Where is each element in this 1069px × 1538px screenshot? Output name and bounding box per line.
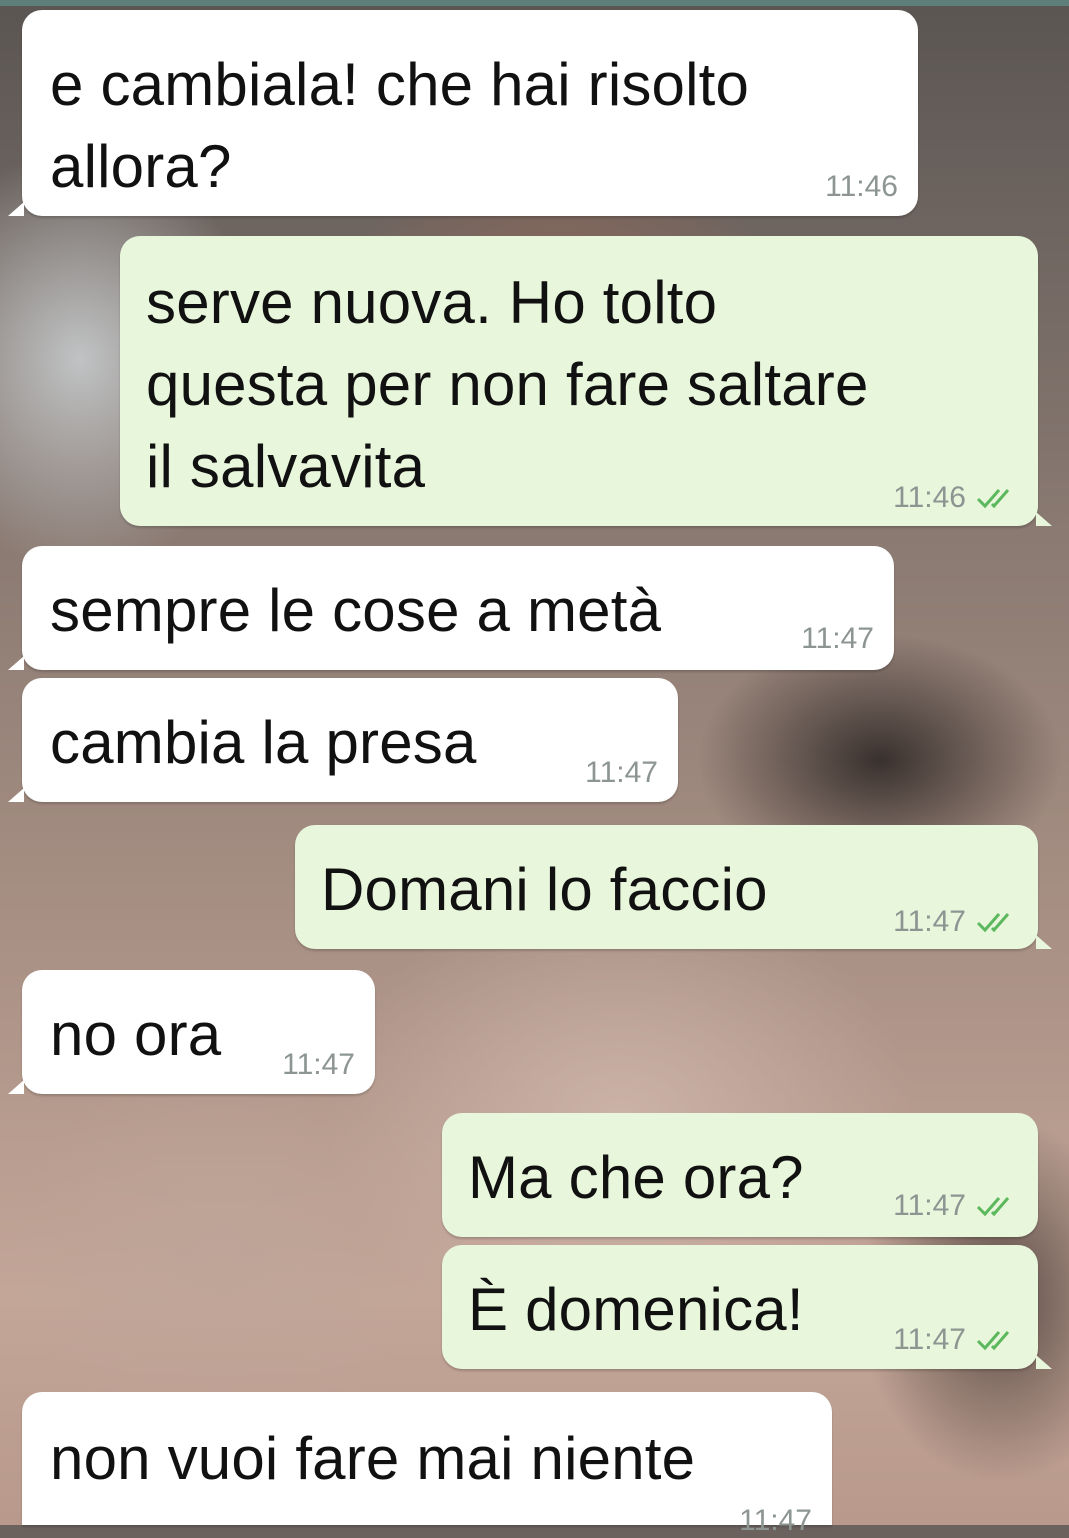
message-time: 11:47 bbox=[585, 756, 658, 789]
top-edge-bar bbox=[0, 0, 1069, 6]
message-timestamp-row: 11:47 bbox=[893, 905, 1020, 939]
message-timestamp-row: 11:46 bbox=[893, 481, 1020, 515]
message-timestamp-row: 11:47 bbox=[893, 1323, 1020, 1357]
message-time: 11:47 bbox=[739, 1504, 812, 1537]
message-text: È domenica! bbox=[468, 1276, 804, 1343]
message-bubble-outgoing[interactable]: serve nuova. Ho tolto questa per non far… bbox=[120, 236, 1052, 526]
message-timestamp-row: 11:47 bbox=[282, 1048, 355, 1082]
message-bubble-incoming[interactable]: e cambiala! che hai risolto allora? 11:4… bbox=[8, 10, 918, 216]
double-check-icon bbox=[976, 489, 1010, 509]
message-time: 11:47 bbox=[893, 905, 966, 938]
double-check-icon bbox=[976, 1331, 1010, 1351]
message-bubble-incoming[interactable]: sempre le cose a metà 11:47 bbox=[8, 546, 894, 670]
message-bubble-incoming[interactable]: cambia la presa 11:47 bbox=[8, 678, 678, 802]
message-text: sempre le cose a metà bbox=[50, 577, 662, 644]
message-timestamp-row: 11:47 bbox=[893, 1189, 1020, 1223]
message-timestamp-row: 11:47 bbox=[801, 622, 874, 656]
double-check-icon bbox=[976, 1197, 1010, 1217]
message-text: no ora bbox=[50, 1001, 222, 1068]
message-text: serve nuova. Ho tolto questa per non far… bbox=[146, 269, 869, 500]
message-timestamp-row: 11:47 bbox=[739, 1504, 812, 1538]
message-time: 11:47 bbox=[282, 1048, 355, 1081]
message-bubble-outgoing[interactable]: Ma che ora? 11:47 bbox=[442, 1113, 1038, 1237]
message-bubble-incoming[interactable]: no ora 11:47 bbox=[8, 970, 375, 1094]
message-bubble-outgoing[interactable]: È domenica! 11:47 bbox=[442, 1245, 1052, 1369]
message-text: Domani lo faccio bbox=[321, 856, 768, 923]
message-timestamp-row: 11:47 bbox=[585, 756, 658, 790]
message-text: non vuoi fare mai niente bbox=[50, 1425, 696, 1492]
message-time: 11:47 bbox=[893, 1189, 966, 1222]
message-bubble-outgoing[interactable]: Domani lo faccio 11:47 bbox=[295, 825, 1052, 949]
double-check-icon bbox=[976, 913, 1010, 933]
message-text: cambia la presa bbox=[50, 709, 477, 776]
message-bubble-incoming[interactable]: non vuoi fare mai niente 11:47 bbox=[22, 1392, 832, 1537]
message-time: 11:46 bbox=[825, 170, 898, 203]
message-time: 11:47 bbox=[893, 1323, 966, 1356]
message-time: 11:46 bbox=[893, 481, 966, 514]
message-time: 11:47 bbox=[801, 622, 874, 655]
message-text: e cambiala! che hai risolto allora? bbox=[50, 51, 750, 200]
message-text: Ma che ora? bbox=[468, 1144, 804, 1211]
message-timestamp-row: 11:46 bbox=[825, 170, 898, 204]
